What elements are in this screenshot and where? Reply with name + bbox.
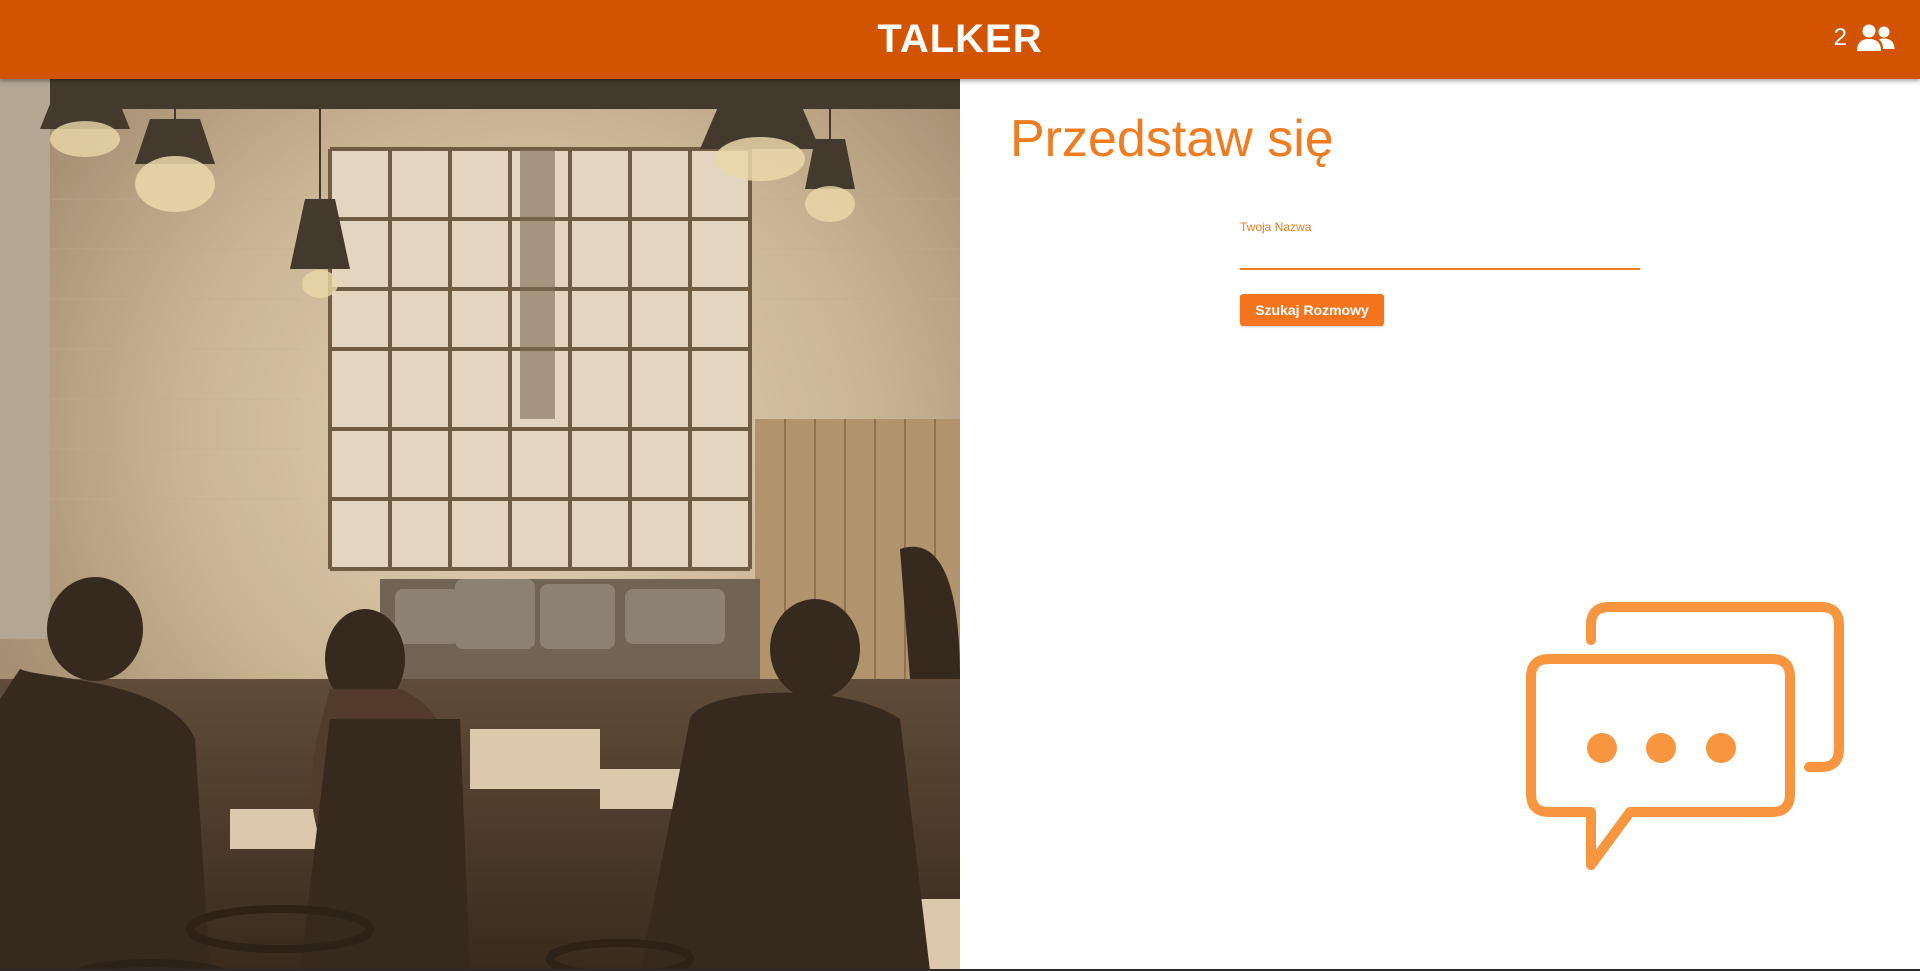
online-users-indicator[interactable]: 2 [1834,24,1895,52]
online-users-count: 2 [1833,24,1847,51]
top-bar: TALKER 2 [0,0,1920,79]
app-title: TALKER [877,17,1043,61]
name-input[interactable] [1240,238,1640,270]
name-field-label: Twoja Nazwa [1240,220,1312,234]
search-conversation-button[interactable]: Szukaj Rozmowy [1240,294,1384,326]
page-heading: Przedstaw się [1010,110,1334,168]
name-field: Twoja Nazwa [1240,220,1640,270]
users-icon [1857,24,1895,52]
cafe-photo [0,79,960,971]
chat-bubbles-icon [1525,602,1865,922]
login-panel: Przedstaw się Twoja Nazwa Szukaj Rozmowy [960,79,1920,971]
